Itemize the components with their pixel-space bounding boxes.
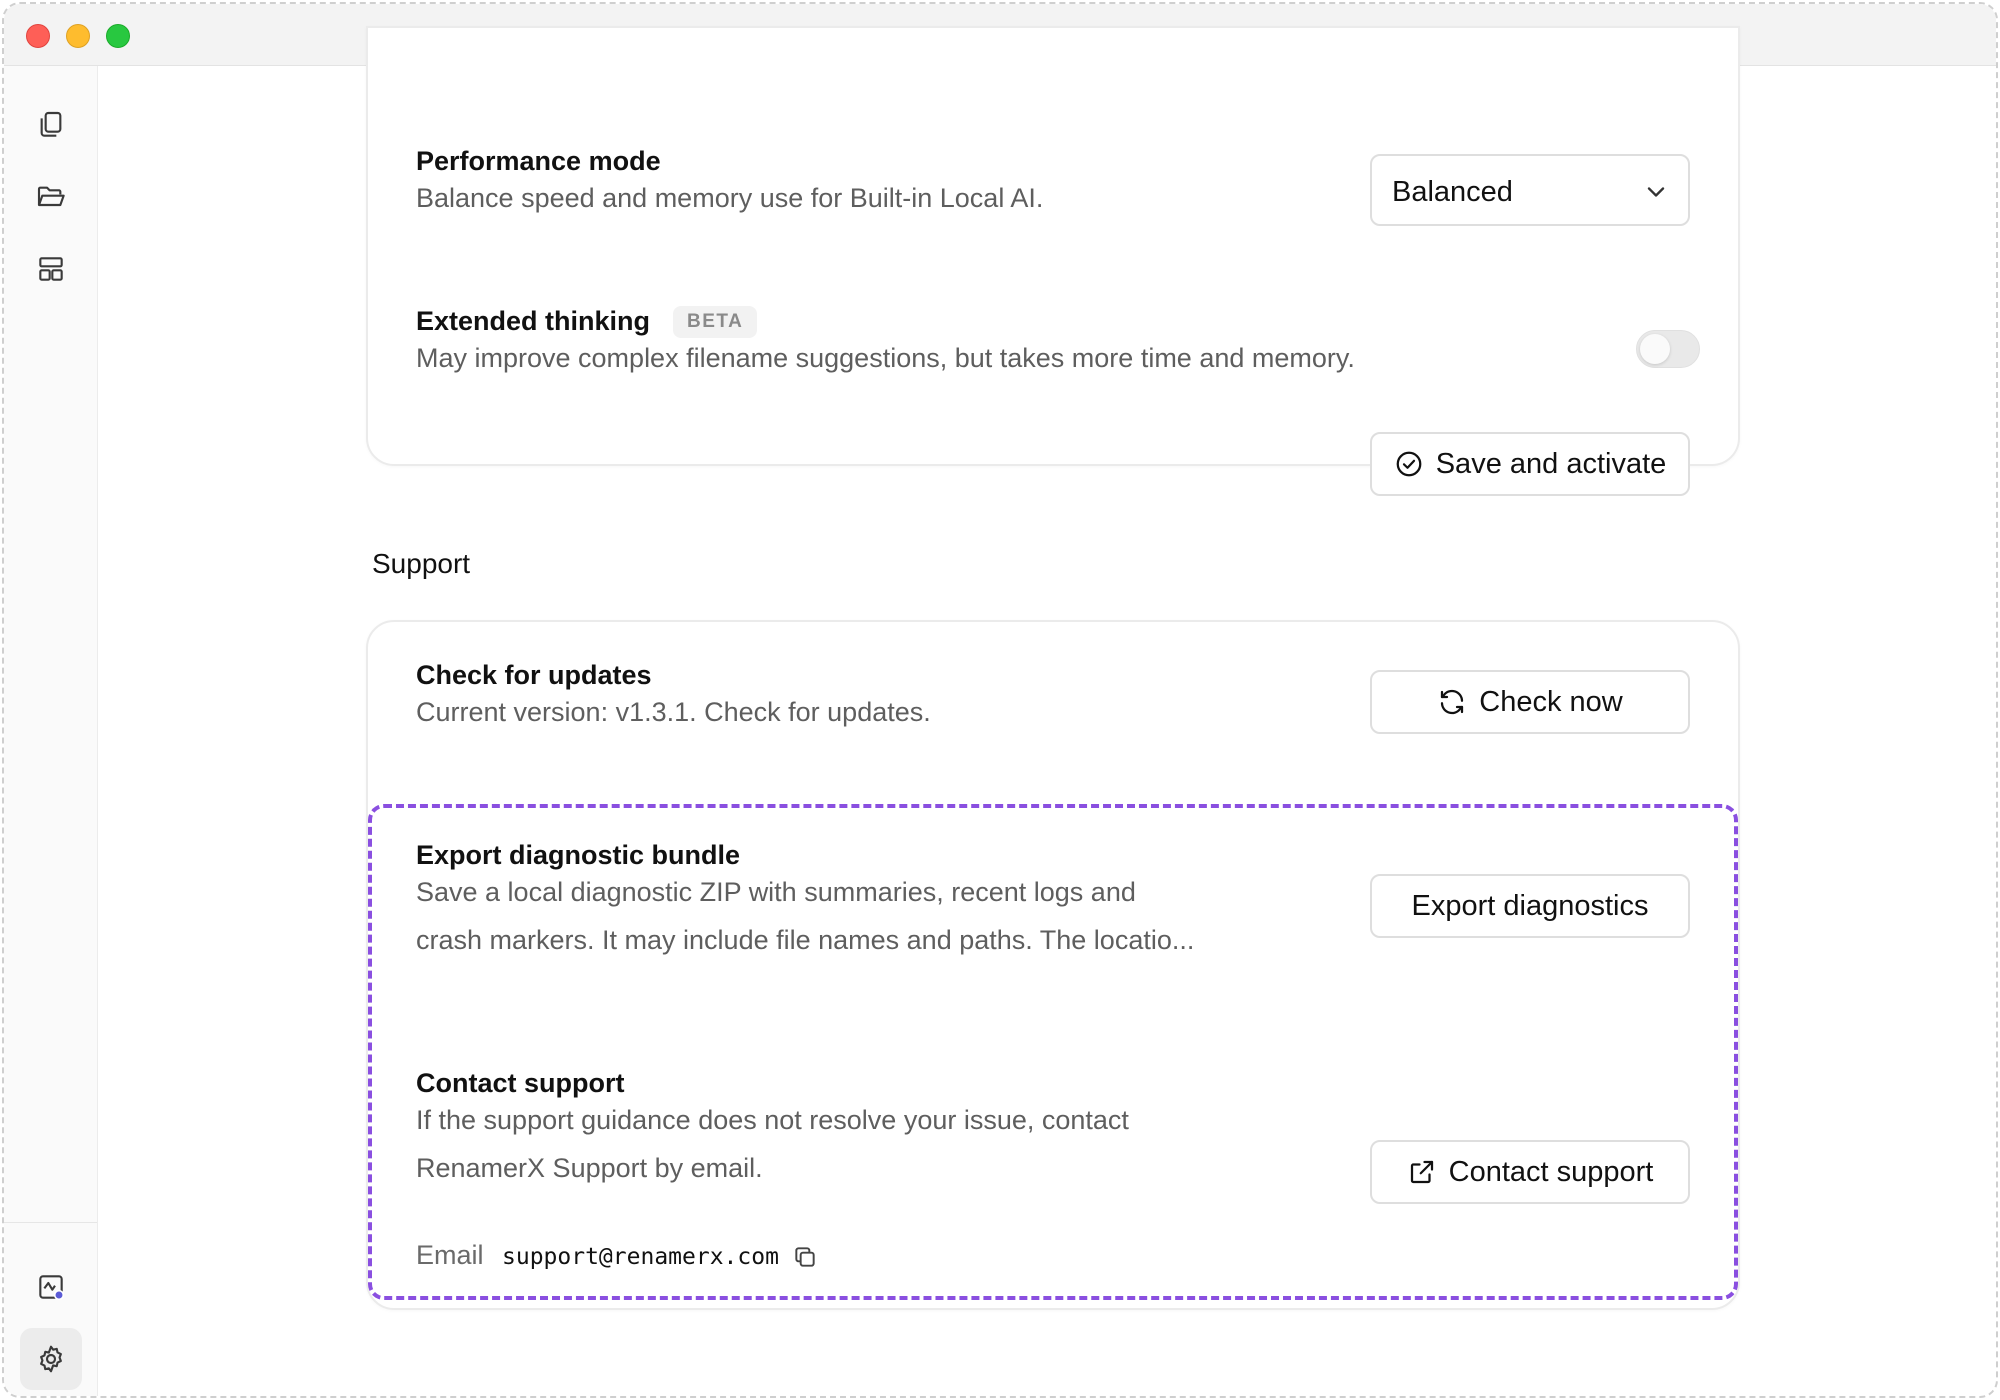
contact-support-label: Contact support xyxy=(1448,1155,1654,1188)
toggle-knob xyxy=(1640,334,1670,364)
extended-thinking-title: Extended thinking xyxy=(416,306,651,336)
export-diagnostics-description-line1: Save a local diagnostic ZIP with summari… xyxy=(416,877,1136,907)
check-now-button[interactable]: Check now xyxy=(1370,670,1690,734)
contact-support-description-line2: RenamerX Support by email. xyxy=(416,1153,763,1183)
check-updates-title: Check for updates xyxy=(416,660,652,690)
sidebar-item-settings[interactable] xyxy=(20,1328,82,1390)
settings-content: Performance mode Balance speed and memor… xyxy=(98,26,1996,1396)
sidebar xyxy=(4,66,98,1396)
activity-icon xyxy=(39,1275,65,1301)
check-now-label: Check now xyxy=(1479,685,1623,718)
app-window: RenamerX xyxy=(2,2,1998,1398)
performance-mode-select[interactable]: Balanced xyxy=(1370,154,1690,226)
check-updates-description: Current version: v1.3.1. Check for updat… xyxy=(416,697,931,727)
sidebar-item-files[interactable] xyxy=(20,94,82,156)
copy-icon[interactable] xyxy=(792,1244,818,1270)
extended-thinking-toggle[interactable] xyxy=(1636,330,1700,368)
export-diagnostics-label: Export diagnostics xyxy=(1411,889,1649,922)
performance-mode-value: Balanced xyxy=(1392,176,1513,208)
save-and-activate-button[interactable]: Save and activate xyxy=(1370,432,1690,496)
support-email[interactable]: support@renamerx.com xyxy=(502,1244,779,1270)
performance-mode-title: Performance mode xyxy=(416,146,661,176)
export-diagnostics-title: Export diagnostic bundle xyxy=(416,840,741,870)
sidebar-divider xyxy=(4,1222,97,1223)
folder-icon xyxy=(37,186,65,207)
export-diagnostics-description-line2: crash markers. It may include file names… xyxy=(416,925,1195,955)
refresh-icon xyxy=(1441,689,1464,715)
sidebar-item-activity[interactable] xyxy=(20,1256,82,1318)
extended-thinking-description: May improve complex filename suggestions… xyxy=(416,343,1355,373)
performance-mode-description: Balance speed and memory use for Built-i… xyxy=(416,183,1044,213)
external-link-icon xyxy=(1410,1160,1433,1184)
sidebar-item-layout[interactable] xyxy=(20,238,82,300)
email-label: Email xyxy=(416,1240,484,1270)
chevron-down-icon xyxy=(1647,187,1665,197)
contact-support-title: Contact support xyxy=(416,1068,625,1098)
sidebar-item-folders[interactable] xyxy=(20,166,82,228)
support-section-heading: Support xyxy=(372,548,471,579)
files-icon xyxy=(40,111,62,137)
save-and-activate-label: Save and activate xyxy=(1435,447,1667,480)
contact-support-description-line1: If the support guidance does not resolve… xyxy=(416,1105,1129,1135)
gear-icon xyxy=(40,1345,62,1373)
support-card: Check for updates Current version: v1.3.… xyxy=(366,620,1740,1310)
check-circle-icon xyxy=(1396,451,1422,477)
layout-icon xyxy=(39,257,63,281)
ai-settings-card: Performance mode Balance speed and memor… xyxy=(366,26,1740,496)
export-diagnostics-button[interactable]: Export diagnostics xyxy=(1370,874,1690,938)
contact-support-button[interactable]: Contact support xyxy=(1370,1140,1690,1204)
